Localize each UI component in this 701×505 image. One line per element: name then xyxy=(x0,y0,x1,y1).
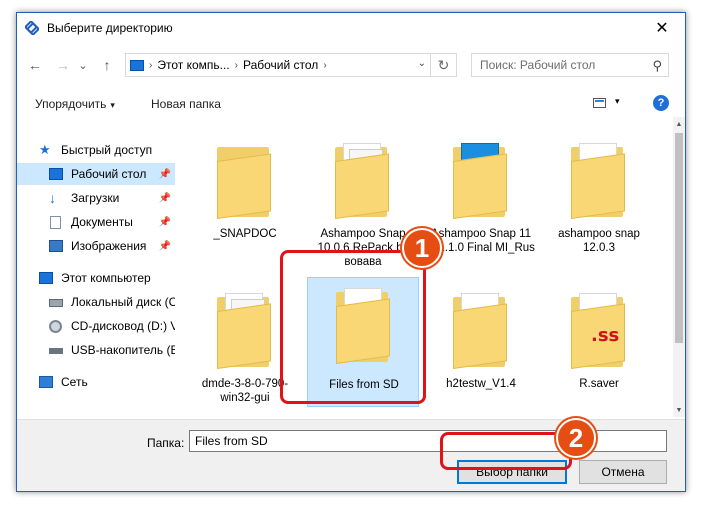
back-arrow-icon: ← xyxy=(28,57,42,73)
forward-arrow-icon: → xyxy=(56,57,70,73)
window-title: Выберите директорию xyxy=(47,21,173,35)
folder-grid: _SNAPDOC Ashampoo Snap 10.0.6 RePack by … xyxy=(187,125,671,419)
computer-icon xyxy=(39,272,53,284)
sidebar-item-label: USB-накопитель (E xyxy=(71,343,175,357)
navigation-pane: ★ Быстрый доступ Рабочий стол 📌 ↓ Загруз… xyxy=(17,125,175,419)
sidebar-item-network[interactable]: Сеть xyxy=(17,371,175,393)
breadcrumb-desktop[interactable]: Рабочий стол xyxy=(243,58,318,72)
folder-icon xyxy=(207,291,283,375)
folder-name: h2testw_V1.4 xyxy=(446,378,516,390)
view-options-caret-icon[interactable]: ▾ xyxy=(615,96,620,107)
sidebar-item-label: Документы xyxy=(71,215,133,229)
address-bar[interactable]: › Этот компь... › Рабочий стол › ⌄ xyxy=(125,53,431,77)
network-icon xyxy=(39,376,53,388)
sidebar-item-label: Сеть xyxy=(61,375,88,389)
new-folder-button[interactable]: Новая папка xyxy=(151,97,221,111)
search-placeholder: Поиск: Рабочий стол xyxy=(480,58,596,72)
sidebar-item-label: Быстрый доступ xyxy=(61,143,153,157)
rsaver-logo: .ss xyxy=(591,325,620,346)
sidebar-item-documents[interactable]: Документы 📌 xyxy=(17,211,175,233)
search-icon: ⚲ xyxy=(652,58,662,73)
documents-icon xyxy=(50,215,61,229)
computer-icon xyxy=(130,59,144,71)
folder-name: ashampoo snap 12.0.3 xyxy=(558,228,640,254)
folder-icon xyxy=(443,291,519,375)
sidebar-item-cd-drive[interactable]: CD-дисковод (D:) V xyxy=(17,315,175,337)
desktop-icon xyxy=(49,168,63,180)
sidebar-item-desktop[interactable]: Рабочий стол 📌 xyxy=(17,163,175,185)
usb-icon xyxy=(49,348,63,354)
sidebar-item-label: Локальный диск (C xyxy=(71,295,175,309)
folder-icon xyxy=(207,141,283,225)
folder-item[interactable]: .ss R.saver xyxy=(543,283,655,413)
pin-icon: 📌 xyxy=(158,240,171,252)
annotation-highlight-button xyxy=(440,432,572,470)
sidebar-item-label: Рабочий стол xyxy=(71,167,147,181)
organize-label: Упорядочить xyxy=(35,97,107,111)
scroll-down-icon[interactable]: ▼ xyxy=(673,403,685,417)
back-button[interactable]: ← xyxy=(25,55,45,75)
address-dropdown-icon[interactable]: ⌄ xyxy=(418,58,426,69)
folder-icon xyxy=(443,141,519,225)
up-button[interactable]: ↑ xyxy=(97,55,117,75)
pin-icon: 📌 xyxy=(158,168,171,180)
close-button[interactable]: ✕ xyxy=(639,13,685,43)
close-icon: ✕ xyxy=(655,20,669,37)
command-bar: Упорядочить ▾ Новая папка ▾ ? xyxy=(17,91,685,117)
breadcrumb-this-pc[interactable]: Этот компь... xyxy=(157,58,229,72)
breadcrumb-separator-icon: › xyxy=(149,59,153,71)
sidebar-item-downloads[interactable]: ↓ Загрузки 📌 xyxy=(17,187,175,209)
sidebar-item-local-disk[interactable]: Локальный диск (C xyxy=(17,291,175,313)
folder-icon xyxy=(561,141,637,225)
star-icon: ★ xyxy=(39,142,51,157)
drive-icon xyxy=(49,299,63,307)
sidebar-item-usb-drive[interactable]: USB-накопитель (E xyxy=(17,339,175,361)
help-button[interactable]: ? xyxy=(653,95,669,111)
refresh-icon: ↻ xyxy=(437,56,450,73)
title-bar: Выберите директорию ✕ xyxy=(17,13,685,43)
folder-item[interactable]: _SNAPDOC xyxy=(189,133,301,263)
search-input[interactable]: Поиск: Рабочий стол ⚲ xyxy=(471,53,669,77)
navigation-bar: ← → ⌄ ↑ › Этот компь... › Рабочий стол ›… xyxy=(17,51,685,79)
folder-name: _SNAPDOC xyxy=(213,228,277,240)
scroll-up-icon[interactable]: ▲ xyxy=(673,117,685,131)
folder-item[interactable]: ashampoo snap 12.0.3 xyxy=(543,133,655,263)
forward-button[interactable]: → xyxy=(53,55,73,75)
sidebar-item-label: Загрузки xyxy=(71,191,120,205)
breadcrumb-separator-icon: › xyxy=(323,59,327,71)
sidebar-item-label: CD-дисковод (D:) V xyxy=(71,319,175,333)
pin-icon: 📌 xyxy=(158,192,171,204)
annotation-badge-1: 1 xyxy=(402,228,442,268)
sidebar-item-this-pc[interactable]: Этот компьютер xyxy=(17,267,175,289)
refresh-button[interactable]: ↻ xyxy=(431,53,457,77)
sidebar-item-pictures[interactable]: Изображения 📌 xyxy=(17,235,175,257)
pictures-icon xyxy=(49,240,63,252)
folder-label: Папка: xyxy=(147,436,185,450)
sidebar-item-quick-access[interactable]: ★ Быстрый доступ xyxy=(17,139,175,161)
view-options-icon[interactable] xyxy=(593,98,606,108)
vertical-scrollbar[interactable]: ▲ ▼ xyxy=(673,117,685,417)
cancel-button[interactable]: Отмена xyxy=(579,460,667,484)
annotation-highlight-folder xyxy=(280,250,426,404)
cd-icon xyxy=(49,319,62,333)
pin-icon: 📌 xyxy=(158,216,171,228)
folder-icon xyxy=(325,141,401,225)
sidebar-item-label: Изображения xyxy=(71,239,147,253)
folder-name: R.saver xyxy=(579,378,619,390)
folder-item[interactable]: h2testw_V1.4 xyxy=(425,283,537,413)
recent-locations-button[interactable]: ⌄ xyxy=(73,55,93,75)
up-arrow-icon: ↑ xyxy=(103,57,111,73)
organize-button[interactable]: Упорядочить ▾ xyxy=(35,97,115,111)
download-icon: ↓ xyxy=(49,190,56,206)
sidebar-item-label: Этот компьютер xyxy=(61,271,151,285)
annotation-badge-2: 2 xyxy=(556,418,596,458)
chevron-down-icon: ⌄ xyxy=(78,59,88,72)
folder-item[interactable]: Ashampoo Snap 11 v11.1.0 Final MI_Rus xyxy=(425,133,537,263)
caret-down-icon: ▾ xyxy=(110,100,115,110)
app-icon xyxy=(25,21,39,35)
breadcrumb-separator-icon: › xyxy=(234,59,238,71)
scroll-thumb[interactable] xyxy=(675,133,683,343)
folder-icon: .ss xyxy=(561,291,637,375)
